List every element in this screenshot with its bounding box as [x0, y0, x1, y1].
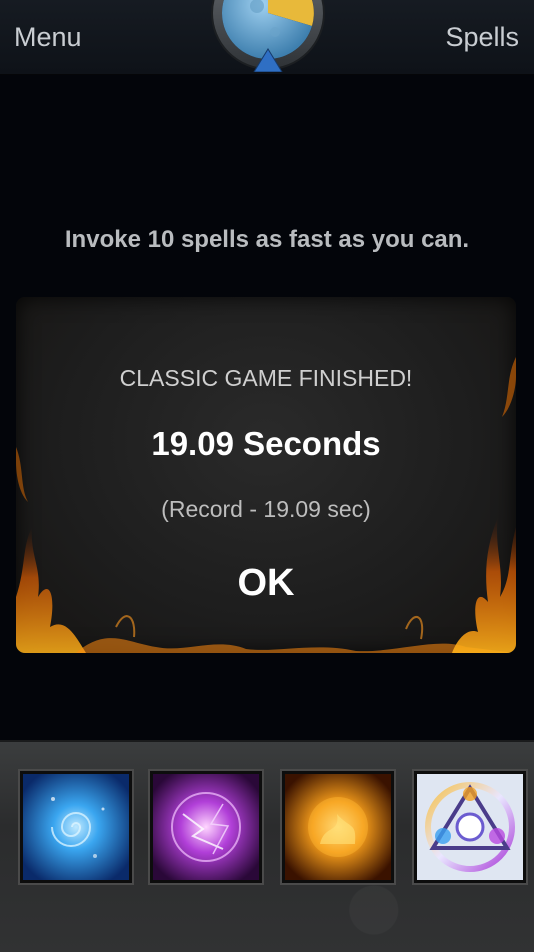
finish-time: 19.09 Seconds: [151, 425, 381, 462]
wex-orb-button[interactable]: [150, 771, 262, 883]
quas-orb-button[interactable]: [20, 771, 132, 883]
ok-button[interactable]: OK: [216, 559, 316, 607]
instruction-text: Invoke 10 spells as fast as you can.: [64, 226, 470, 253]
exort-fire-orb-icon: [285, 774, 391, 880]
spells-button[interactable]: Spells: [445, 22, 519, 53]
dialog-title: CLASSIC GAME FINISHED!: [119, 365, 413, 391]
menu-button[interactable]: Menu: [14, 22, 82, 53]
invoke-button[interactable]: [414, 771, 526, 883]
game-finished-dialog: CLASSIC GAME FINISHED! 19.09 Seconds (Re…: [16, 297, 516, 653]
day-night-clock-emblem-icon: [209, 0, 327, 73]
wex-storm-orb-icon: [153, 774, 259, 880]
quas-ice-orb-icon: [23, 774, 129, 880]
record-time: (Record - 19.09 sec): [161, 496, 371, 522]
exort-orb-button[interactable]: [282, 771, 394, 883]
invoke-sigil-icon: [417, 774, 523, 880]
